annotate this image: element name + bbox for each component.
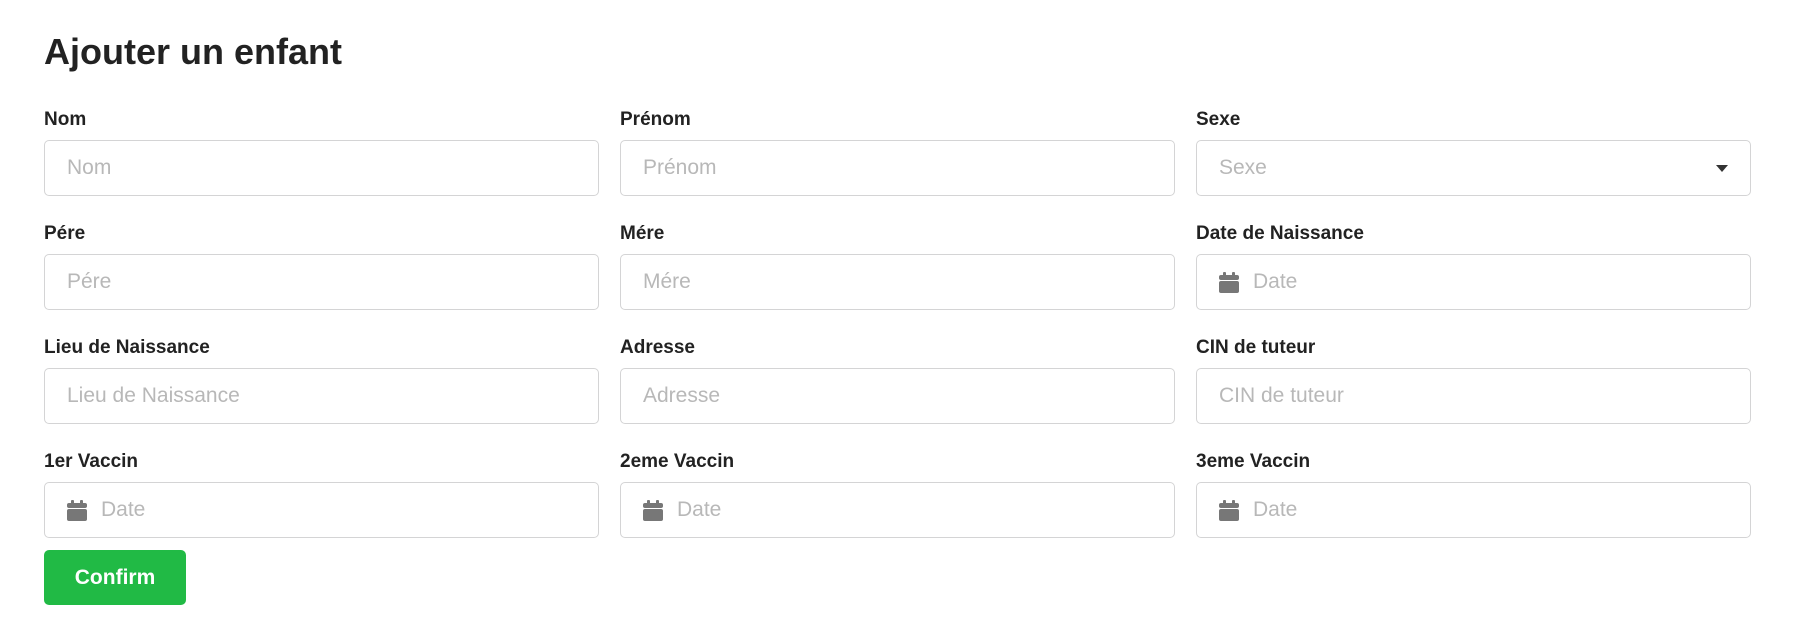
vaccin-3-label: 3eme Vaccin (1196, 451, 1311, 472)
prenom-input[interactable] (643, 156, 1174, 180)
child-form: Nom Prénom Sexe Sexe Pére M (44, 109, 1756, 582)
field-vaccin-2: 2eme Vaccin (620, 451, 1175, 582)
pere-label: Pére (44, 223, 86, 244)
vaccin-1-control (44, 482, 599, 538)
prenom-control (620, 140, 1175, 196)
adresse-input[interactable] (643, 384, 1174, 408)
nom-label: Nom (44, 109, 87, 130)
field-prenom: Prénom (620, 109, 1175, 240)
lieu-naissance-input[interactable] (67, 384, 598, 408)
date-naissance-control (1196, 254, 1751, 310)
vaccin-1-input[interactable] (101, 498, 598, 522)
sexe-label: Sexe (1196, 109, 1241, 130)
vaccin-3-control (1196, 482, 1751, 538)
pere-input[interactable] (67, 270, 598, 294)
nom-control (44, 140, 599, 196)
field-mere: Mére (620, 223, 1175, 354)
pere-control (44, 254, 599, 310)
field-vaccin-3: 3eme Vaccin (1196, 451, 1751, 582)
adresse-control (620, 368, 1175, 424)
cin-tuteur-input[interactable] (1219, 384, 1750, 408)
date-naissance-label: Date de Naissance (1196, 223, 1364, 244)
calendar-icon (1219, 499, 1239, 521)
cin-tuteur-control (1196, 368, 1751, 424)
add-child-page: Ajouter un enfant Nom Prénom Sexe Sexe P… (0, 0, 1811, 642)
sexe-select-placeholder: Sexe (1219, 156, 1267, 179)
page-title: Ajouter un enfant (44, 31, 342, 72)
adresse-label: Adresse (620, 337, 695, 358)
calendar-icon (67, 499, 87, 521)
vaccin-2-input[interactable] (677, 498, 1174, 522)
vaccin-2-label: 2eme Vaccin (620, 451, 735, 472)
calendar-icon (643, 499, 663, 521)
field-nom: Nom (44, 109, 599, 240)
vaccin-2-control (620, 482, 1175, 538)
vaccin-3-input[interactable] (1253, 498, 1750, 522)
sexe-select[interactable]: Sexe (1196, 140, 1751, 196)
prenom-label: Prénom (620, 109, 691, 130)
lieu-naissance-control (44, 368, 599, 424)
calendar-icon (1219, 271, 1239, 293)
nom-input[interactable] (67, 156, 598, 180)
date-naissance-input[interactable] (1253, 270, 1750, 294)
vaccin-1-label: 1er Vaccin (44, 451, 139, 472)
mere-control (620, 254, 1175, 310)
mere-input[interactable] (643, 270, 1174, 294)
cin-tuteur-label: CIN de tuteur (1196, 337, 1316, 358)
caret-down-icon (1716, 164, 1728, 172)
mere-label: Mére (620, 223, 665, 244)
confirm-button[interactable]: Confirm (44, 550, 186, 605)
lieu-naissance-label: Lieu de Naissance (44, 337, 210, 358)
